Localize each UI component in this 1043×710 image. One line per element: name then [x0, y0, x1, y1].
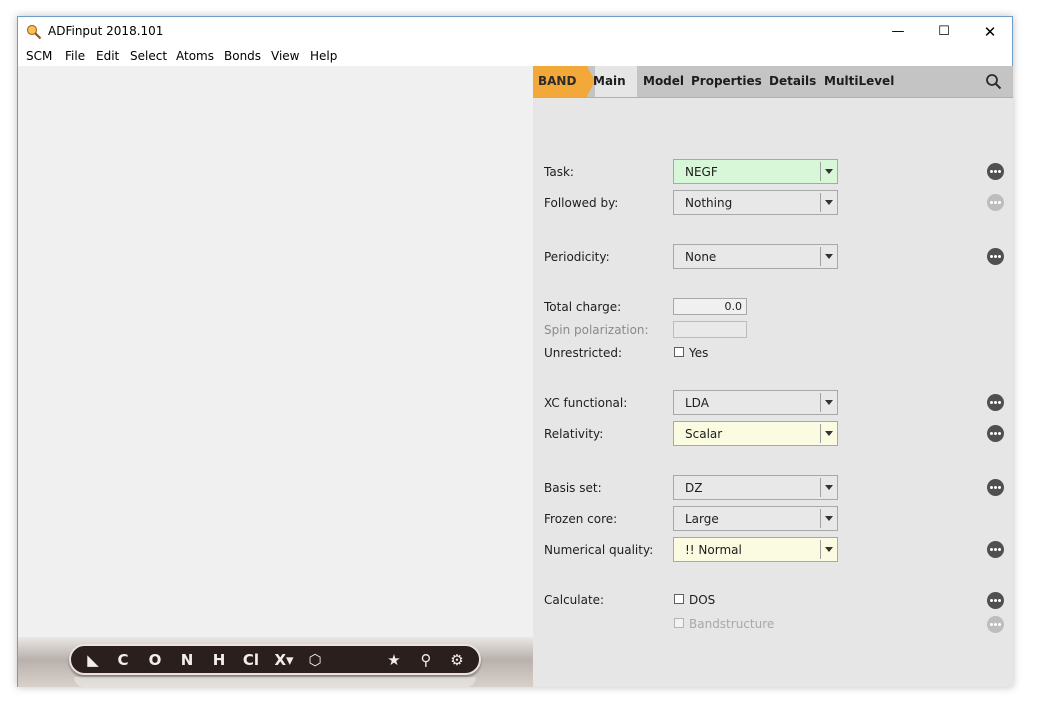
xc-functional-more-icon[interactable]	[987, 394, 1004, 411]
unrestricted-label: Unrestricted:	[544, 346, 623, 360]
relativity-more-icon[interactable]	[987, 425, 1004, 442]
spin-polarization-label: Spin polarization:	[544, 323, 649, 337]
other-element-tool[interactable]: X▾	[272, 649, 296, 671]
task-value: NEGF	[685, 165, 718, 179]
menu-edit[interactable]: Edit	[96, 49, 119, 63]
menu-atoms[interactable]: Atoms	[176, 49, 214, 63]
frozen-core-dropdown[interactable]: Large	[673, 506, 838, 531]
followed-by-more-icon	[987, 194, 1004, 211]
search-tool-icon[interactable]: ⚲	[417, 649, 435, 671]
periodicity-more-icon[interactable]	[987, 248, 1004, 265]
chevron-down-icon	[825, 431, 833, 436]
total-charge-field[interactable]: 0.0	[673, 298, 747, 315]
xc-functional-dropdown[interactable]: LDA	[673, 390, 838, 415]
menu-view[interactable]: View	[271, 49, 299, 63]
calculate-label: Calculate:	[544, 593, 605, 607]
task-dropdown[interactable]: NEGF	[673, 159, 838, 184]
nitrogen-tool[interactable]: N	[179, 649, 195, 671]
molecule-canvas[interactable]	[18, 66, 533, 637]
xc-functional-label: XC functional:	[544, 396, 628, 410]
tab-band[interactable]: BAND	[533, 66, 587, 97]
tab-band-label: BAND	[538, 74, 577, 88]
settings-gear-icon[interactable]: ⚙	[448, 649, 466, 671]
tab-main[interactable]: Main	[593, 66, 637, 97]
unrestricted-checkbox[interactable]	[674, 347, 684, 357]
tool-pill: ◣ C O N H Cl X▾ ⬡ ★ ⚲ ⚙	[69, 644, 481, 675]
tab-properties[interactable]: Properties	[691, 74, 762, 88]
tab-model[interactable]: Model	[643, 74, 684, 88]
window-title: ADFinput 2018.101	[48, 24, 164, 38]
menu-scm[interactable]: SCM	[26, 49, 52, 63]
followed-by-value: Nothing	[685, 196, 733, 210]
select-tool-icon[interactable]: ◣	[85, 649, 101, 671]
hydrogen-tool[interactable]: H	[211, 649, 227, 671]
numerical-quality-dropdown[interactable]: !! Normal	[673, 537, 838, 562]
bandstructure-label: Bandstructure	[689, 617, 775, 631]
chevron-down-icon	[825, 169, 833, 174]
chevron-down-icon	[825, 485, 833, 490]
numerical-quality-value: !! Normal	[685, 543, 742, 557]
title-bar: ADFinput 2018.101 — ☐ ✕	[18, 17, 1012, 47]
numerical-quality-label: Numerical quality:	[544, 543, 654, 557]
chevron-down-icon	[825, 547, 833, 552]
chevron-down-icon	[825, 400, 833, 405]
numerical-quality-more-icon[interactable]	[987, 541, 1004, 558]
menu-file[interactable]: File	[65, 49, 85, 63]
unrestricted-option-label[interactable]: Yes	[689, 346, 708, 360]
oxygen-tool[interactable]: O	[147, 649, 163, 671]
maximize-button[interactable]: ☐	[921, 17, 967, 47]
spin-polarization-field	[673, 321, 747, 338]
basis-set-value: DZ	[685, 481, 703, 495]
periodicity-dropdown[interactable]: None	[673, 244, 838, 269]
ring-tool-icon[interactable]: ⬡	[306, 649, 324, 671]
relativity-label: Relativity:	[544, 427, 604, 441]
bandstructure-checkbox	[674, 618, 684, 628]
dos-checkbox[interactable]	[674, 594, 684, 604]
xc-functional-value: LDA	[685, 396, 709, 410]
basis-set-dropdown[interactable]: DZ	[673, 475, 838, 500]
search-icon[interactable]	[985, 73, 1002, 90]
task-label: Task:	[544, 165, 574, 179]
chevron-down-icon	[825, 516, 833, 521]
menu-bar: SCM File Edit Select Atoms Bonds View He…	[18, 47, 1012, 66]
frozen-core-value: Large	[685, 512, 719, 526]
relativity-value: Scalar	[685, 427, 723, 441]
task-more-icon[interactable]	[987, 163, 1004, 180]
total-charge-label: Total charge:	[544, 300, 622, 314]
dos-label[interactable]: DOS	[689, 593, 715, 607]
dos-more-icon[interactable]	[987, 592, 1004, 609]
followed-by-dropdown[interactable]: Nothing	[673, 190, 838, 215]
relativity-dropdown[interactable]: Scalar	[673, 421, 838, 446]
menu-help[interactable]: Help	[310, 49, 337, 63]
menu-select[interactable]: Select	[130, 49, 167, 63]
carbon-tool[interactable]: C	[115, 649, 131, 671]
favorites-star-icon[interactable]: ★	[385, 649, 403, 671]
app-window: ADFinput 2018.101 — ☐ ✕ SCM File Edit Se…	[17, 16, 1013, 687]
chevron-down-icon	[825, 200, 833, 205]
basis-set-more-icon[interactable]	[987, 479, 1004, 496]
bottom-toolbar: ◣ C O N H Cl X▾ ⬡ ★ ⚲ ⚙	[18, 637, 533, 687]
chlorine-tool[interactable]: Cl	[240, 649, 262, 671]
followed-by-label: Followed by:	[544, 196, 619, 210]
tab-main-label: Main	[593, 74, 626, 88]
tab-multilevel[interactable]: MultiLevel	[824, 74, 894, 88]
bandstructure-more-icon	[987, 616, 1004, 633]
basis-set-label: Basis set:	[544, 481, 602, 495]
close-button[interactable]: ✕	[967, 17, 1013, 47]
toolbar-reflection	[74, 677, 476, 687]
minimize-button[interactable]: —	[875, 17, 921, 47]
periodicity-value: None	[685, 250, 717, 264]
frozen-core-label: Frozen core:	[544, 512, 618, 526]
tab-details[interactable]: Details	[769, 74, 816, 88]
periodicity-label: Periodicity:	[544, 250, 610, 264]
menu-bonds[interactable]: Bonds	[224, 49, 261, 63]
panel-tab-bar: BAND Main Model Properties Details Multi…	[533, 66, 1013, 98]
app-logo-icon	[26, 24, 42, 40]
chevron-down-icon	[825, 254, 833, 259]
settings-panel: BAND Main Model Properties Details Multi…	[533, 66, 1013, 687]
